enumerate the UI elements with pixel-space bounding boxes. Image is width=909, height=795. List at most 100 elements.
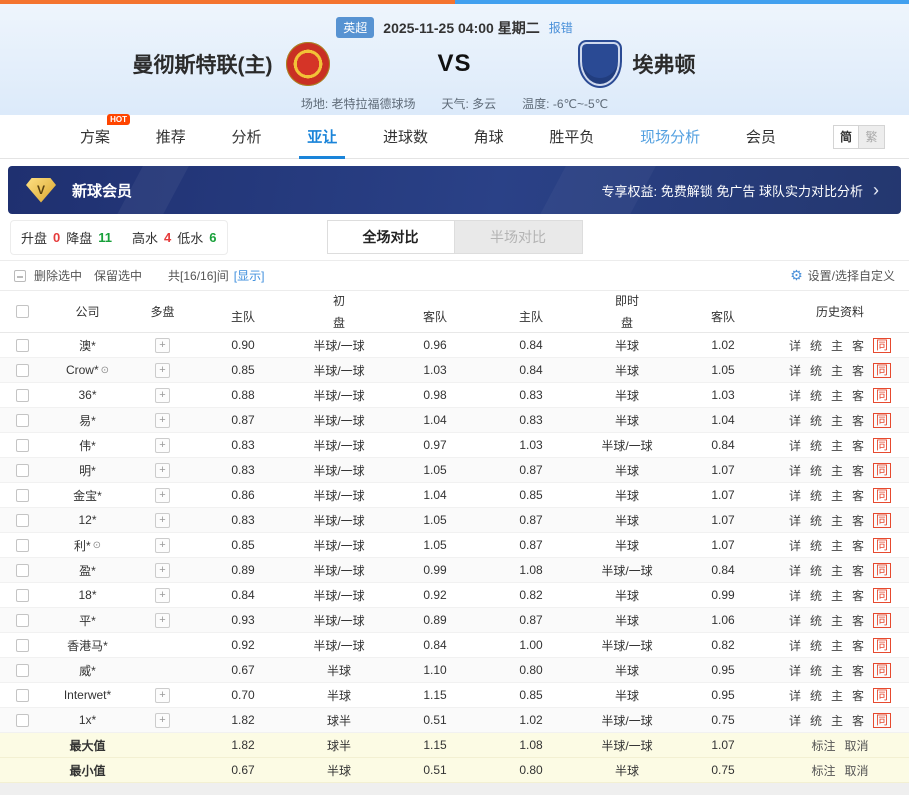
same-odds-link[interactable]: 同 (873, 438, 891, 453)
history-link[interactable]: 统 (810, 662, 822, 679)
tab-plans[interactable]: 方案HOT (78, 115, 112, 158)
history-link[interactable]: 客 (852, 612, 864, 629)
tab-goals[interactable]: 进球数 (381, 115, 430, 158)
summary-link[interactable]: 取消 (845, 762, 869, 779)
history-link[interactable]: 客 (852, 537, 864, 554)
company-name[interactable]: 利* (74, 537, 91, 554)
history-link[interactable]: 客 (852, 487, 864, 504)
company-name[interactable]: Interwet* (64, 688, 111, 702)
lang-traditional-button[interactable]: 繁 (859, 125, 885, 149)
lang-simplified-button[interactable]: 简 (833, 125, 859, 149)
history-link[interactable]: 客 (852, 662, 864, 679)
row-checkbox[interactable] (16, 414, 29, 427)
company-name[interactable]: 1x* (79, 713, 96, 727)
history-link[interactable]: 统 (810, 512, 822, 529)
history-link[interactable]: 详 (789, 362, 801, 379)
company-name[interactable]: 香港马* (67, 637, 108, 654)
same-odds-link[interactable]: 同 (873, 338, 891, 353)
keep-selected-button[interactable]: 保留选中 (94, 267, 142, 284)
company-name[interactable]: 易* (79, 412, 96, 429)
history-link[interactable]: 详 (789, 637, 801, 654)
summary-link[interactable]: 标注 (811, 737, 835, 754)
history-link[interactable]: 主 (831, 712, 843, 729)
history-link[interactable]: 统 (810, 437, 822, 454)
history-link[interactable]: 统 (810, 387, 822, 404)
multi-odds-button[interactable]: + (155, 388, 170, 403)
row-checkbox[interactable] (16, 664, 29, 677)
multi-odds-button[interactable]: + (155, 438, 170, 453)
history-link[interactable]: 主 (831, 562, 843, 579)
history-link[interactable]: 主 (831, 687, 843, 704)
tab-1x2[interactable]: 胜平负 (547, 115, 596, 158)
history-link[interactable]: 统 (810, 562, 822, 579)
history-link[interactable]: 详 (789, 387, 801, 404)
vip-banner[interactable]: V 新球会员 专享权益: 免费解锁 免广告 球队实力对比分析 › (8, 166, 901, 214)
row-checkbox[interactable] (16, 564, 29, 577)
history-link[interactable]: 主 (831, 637, 843, 654)
same-odds-link[interactable]: 同 (873, 513, 891, 528)
row-checkbox[interactable] (16, 589, 29, 602)
history-link[interactable]: 统 (810, 637, 822, 654)
multi-odds-button[interactable]: + (155, 538, 170, 553)
history-link[interactable]: 主 (831, 437, 843, 454)
history-link[interactable]: 客 (852, 462, 864, 479)
history-link[interactable]: 主 (831, 537, 843, 554)
row-checkbox[interactable] (16, 614, 29, 627)
multi-odds-button[interactable]: + (155, 713, 170, 728)
multi-odds-button[interactable]: + (155, 513, 170, 528)
company-name[interactable]: 36* (78, 388, 96, 402)
half-match-tab[interactable]: 半场对比 (455, 220, 583, 254)
history-link[interactable]: 统 (810, 712, 822, 729)
row-checkbox[interactable] (16, 714, 29, 727)
multi-odds-button[interactable]: + (155, 588, 170, 603)
row-checkbox[interactable] (16, 389, 29, 402)
same-odds-link[interactable]: 同 (873, 363, 891, 378)
history-link[interactable]: 统 (810, 462, 822, 479)
history-link[interactable]: 统 (810, 487, 822, 504)
multi-odds-button[interactable]: + (155, 338, 170, 353)
same-odds-link[interactable]: 同 (873, 588, 891, 603)
history-link[interactable]: 统 (810, 362, 822, 379)
company-name[interactable]: 盈* (79, 562, 96, 579)
same-odds-link[interactable]: 同 (873, 713, 891, 728)
history-link[interactable]: 详 (789, 337, 801, 354)
history-link[interactable]: 客 (852, 337, 864, 354)
report-error-link[interactable]: 报错 (549, 19, 573, 36)
history-link[interactable]: 详 (789, 587, 801, 604)
history-link[interactable]: 客 (852, 587, 864, 604)
history-link[interactable]: 详 (789, 487, 801, 504)
history-link[interactable]: 客 (852, 387, 864, 404)
multi-odds-button[interactable]: + (155, 413, 170, 428)
company-name[interactable]: 明* (79, 462, 96, 479)
same-odds-link[interactable]: 同 (873, 563, 891, 578)
history-link[interactable]: 统 (810, 687, 822, 704)
history-link[interactable]: 详 (789, 562, 801, 579)
same-odds-link[interactable]: 同 (873, 638, 891, 653)
history-link[interactable]: 主 (831, 337, 843, 354)
select-all-checkbox[interactable] (16, 305, 29, 318)
history-link[interactable]: 详 (789, 687, 801, 704)
history-link[interactable]: 详 (789, 712, 801, 729)
summary-link[interactable]: 取消 (845, 737, 869, 754)
vip-benefits-link[interactable]: 专享权益: 免费解锁 免广告 球队实力对比分析 › (602, 181, 879, 200)
company-name[interactable]: 澳* (79, 337, 96, 354)
history-link[interactable]: 主 (831, 587, 843, 604)
history-link[interactable]: 客 (852, 412, 864, 429)
multi-odds-button[interactable]: + (155, 613, 170, 628)
tab-asian-handicap[interactable]: 亚让 (305, 115, 339, 158)
history-link[interactable]: 客 (852, 362, 864, 379)
history-link[interactable]: 主 (831, 412, 843, 429)
company-name[interactable]: Crow* (66, 363, 99, 377)
row-checkbox[interactable] (16, 489, 29, 502)
history-link[interactable]: 详 (789, 437, 801, 454)
delete-selected-button[interactable]: 删除选中 (34, 267, 82, 284)
history-link[interactable]: 统 (810, 412, 822, 429)
company-name[interactable]: 18* (78, 588, 96, 602)
history-link[interactable]: 详 (789, 462, 801, 479)
history-link[interactable]: 统 (810, 612, 822, 629)
row-checkbox[interactable] (16, 539, 29, 552)
company-name[interactable]: 伟* (79, 437, 96, 454)
same-odds-link[interactable]: 同 (873, 463, 891, 478)
company-name[interactable]: 12* (78, 513, 96, 527)
same-odds-link[interactable]: 同 (873, 613, 891, 628)
